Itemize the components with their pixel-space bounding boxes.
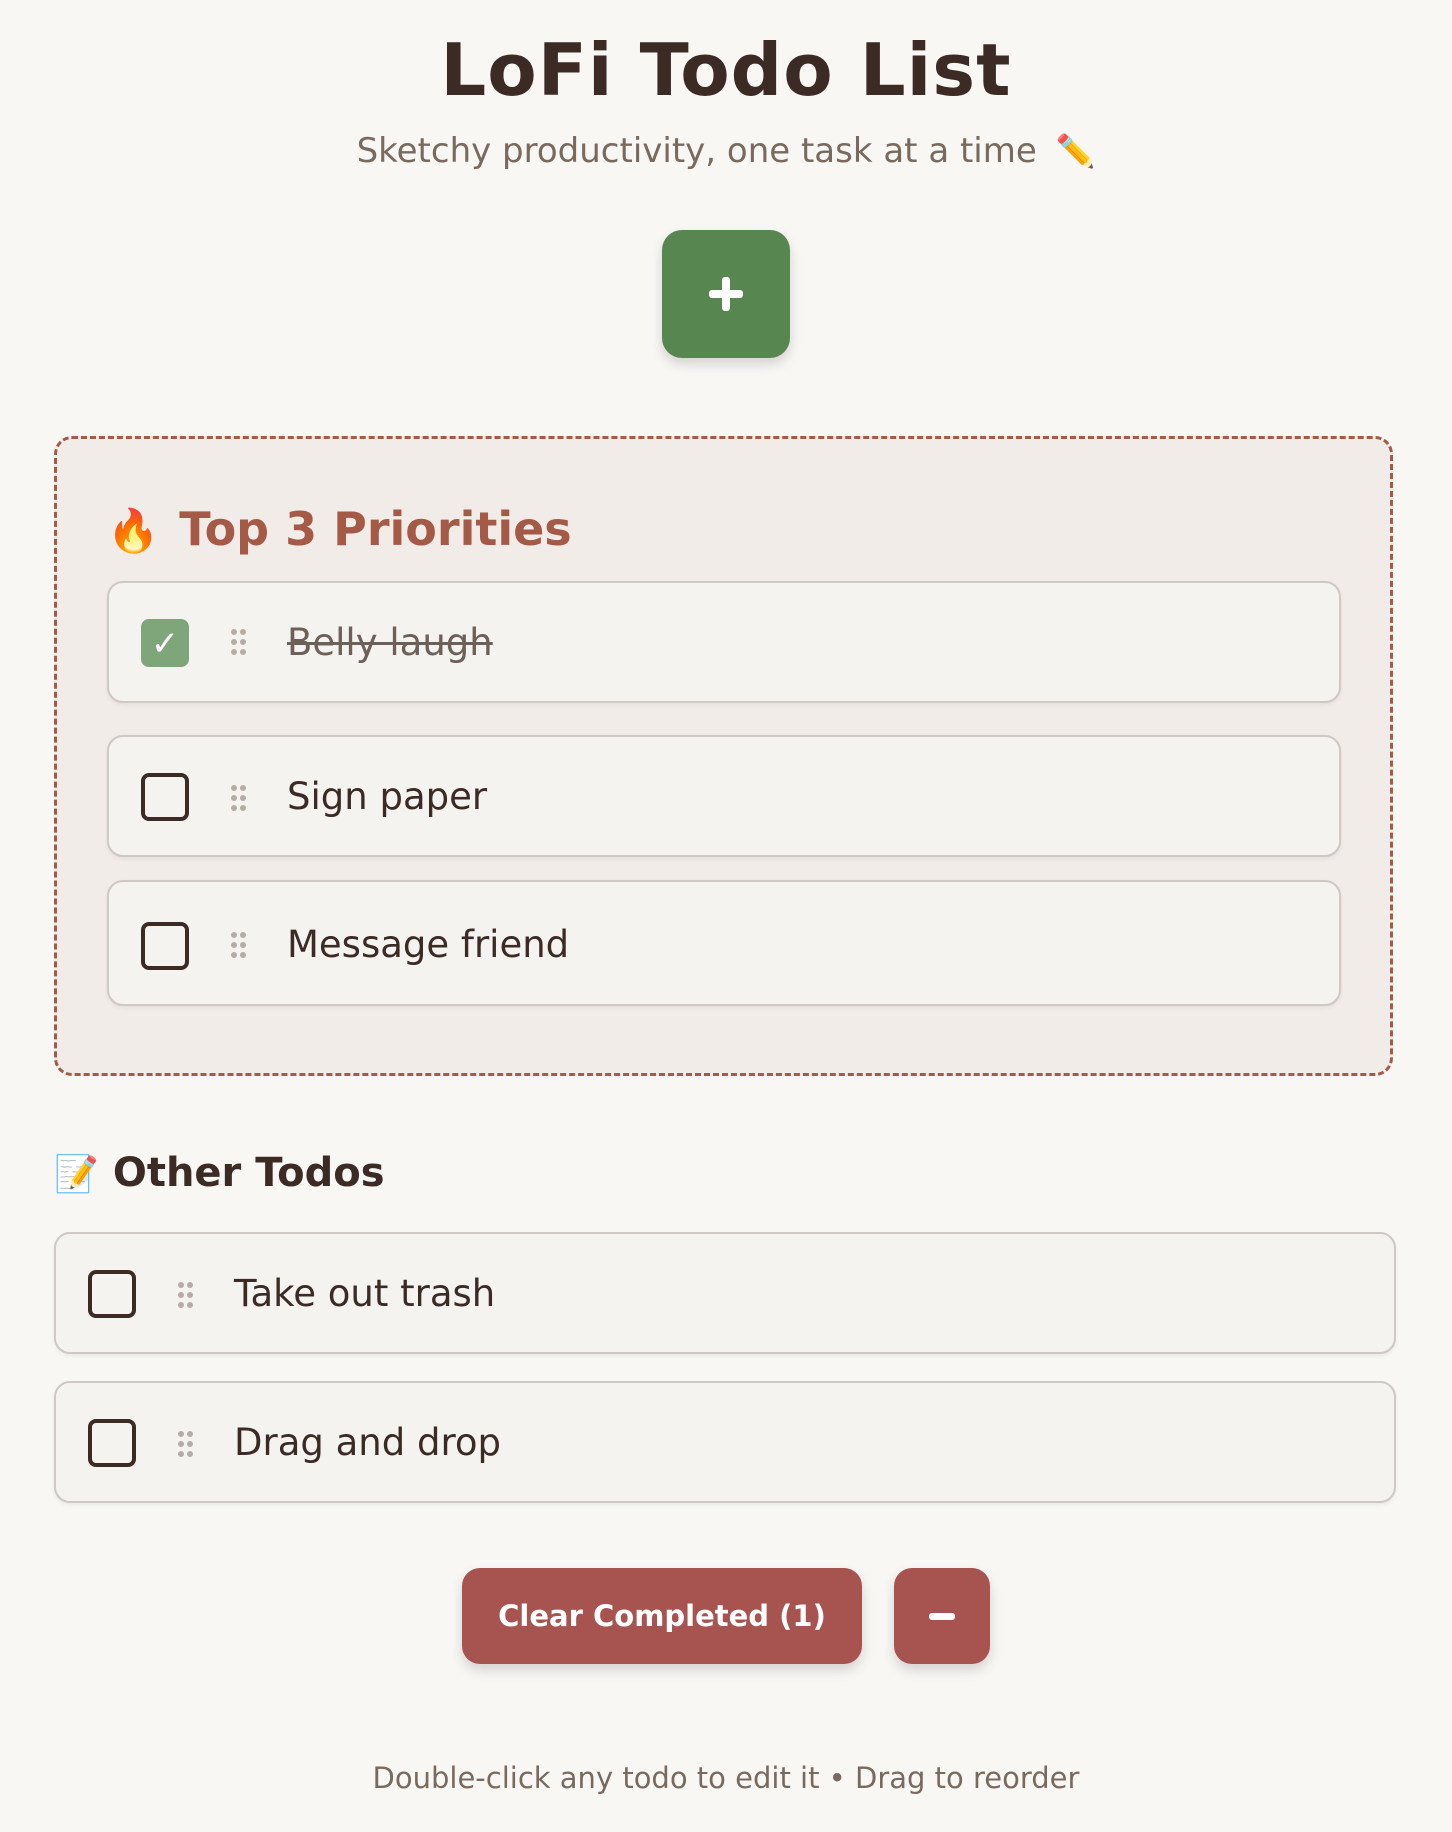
todo-checkbox-checked[interactable]: ✓ [141, 619, 189, 667]
page-title: LoFi Todo List [440, 28, 1012, 112]
todo-text[interactable]: Message friend [287, 922, 569, 968]
drag-handle-icon[interactable] [178, 1431, 194, 1457]
todo-checkbox[interactable] [141, 922, 189, 970]
page-subtitle: Sketchy productivity, one task at a time… [0, 130, 1452, 172]
plus-icon [709, 277, 743, 311]
priority-todo-item[interactable]: ✓ Belly laugh [107, 581, 1341, 703]
drag-handle-icon[interactable] [231, 785, 247, 811]
memo-icon: 📝 [54, 1154, 99, 1195]
minus-icon [928, 1612, 955, 1620]
other-todos-title: Other Todos [112, 1150, 385, 1196]
priorities-heading: 🔥 Top 3 Priorities [107, 499, 572, 561]
priority-todo-item[interactable]: Sign paper [107, 735, 1341, 857]
other-todos-heading: 📝 Other Todos [54, 1145, 385, 1203]
todo-item[interactable]: Drag and drop [54, 1381, 1396, 1503]
todo-text[interactable]: Take out trash [234, 1271, 495, 1317]
todo-text[interactable]: Sign paper [287, 774, 487, 820]
todo-checkbox[interactable] [141, 773, 189, 821]
todo-checkbox[interactable] [88, 1270, 136, 1318]
drag-handle-icon[interactable] [178, 1282, 194, 1308]
priorities-title: Top 3 Priorities [179, 502, 572, 556]
todo-checkbox[interactable] [88, 1419, 136, 1467]
clear-completed-button[interactable]: Clear Completed (1) [462, 1568, 862, 1664]
footer-hint: Double-click any todo to edit it • Drag … [372, 1761, 1080, 1795]
priorities-section: 🔥 Top 3 Priorities ✓ Belly laugh Sign pap… [54, 436, 1393, 1076]
drag-handle-icon[interactable] [231, 932, 247, 958]
bottom-actions: Clear Completed (1) [0, 1568, 1452, 1664]
priority-todo-item[interactable]: Message friend [107, 880, 1341, 1006]
todo-item[interactable]: Take out trash [54, 1232, 1396, 1354]
drag-handle-icon[interactable] [231, 629, 247, 655]
subtitle-text: Sketchy productivity, one task at a time [356, 131, 1037, 171]
todo-text[interactable]: Drag and drop [234, 1420, 501, 1466]
header: LoFi Todo List Sketchy productivity, one… [0, 0, 1452, 172]
todo-text[interactable]: Belly laugh [287, 620, 493, 666]
fire-icon: 🔥 [107, 506, 160, 555]
remove-todo-button[interactable] [893, 1568, 990, 1664]
add-todo-button[interactable] [662, 230, 790, 358]
pencil-icon: ✏️ [1055, 132, 1096, 170]
